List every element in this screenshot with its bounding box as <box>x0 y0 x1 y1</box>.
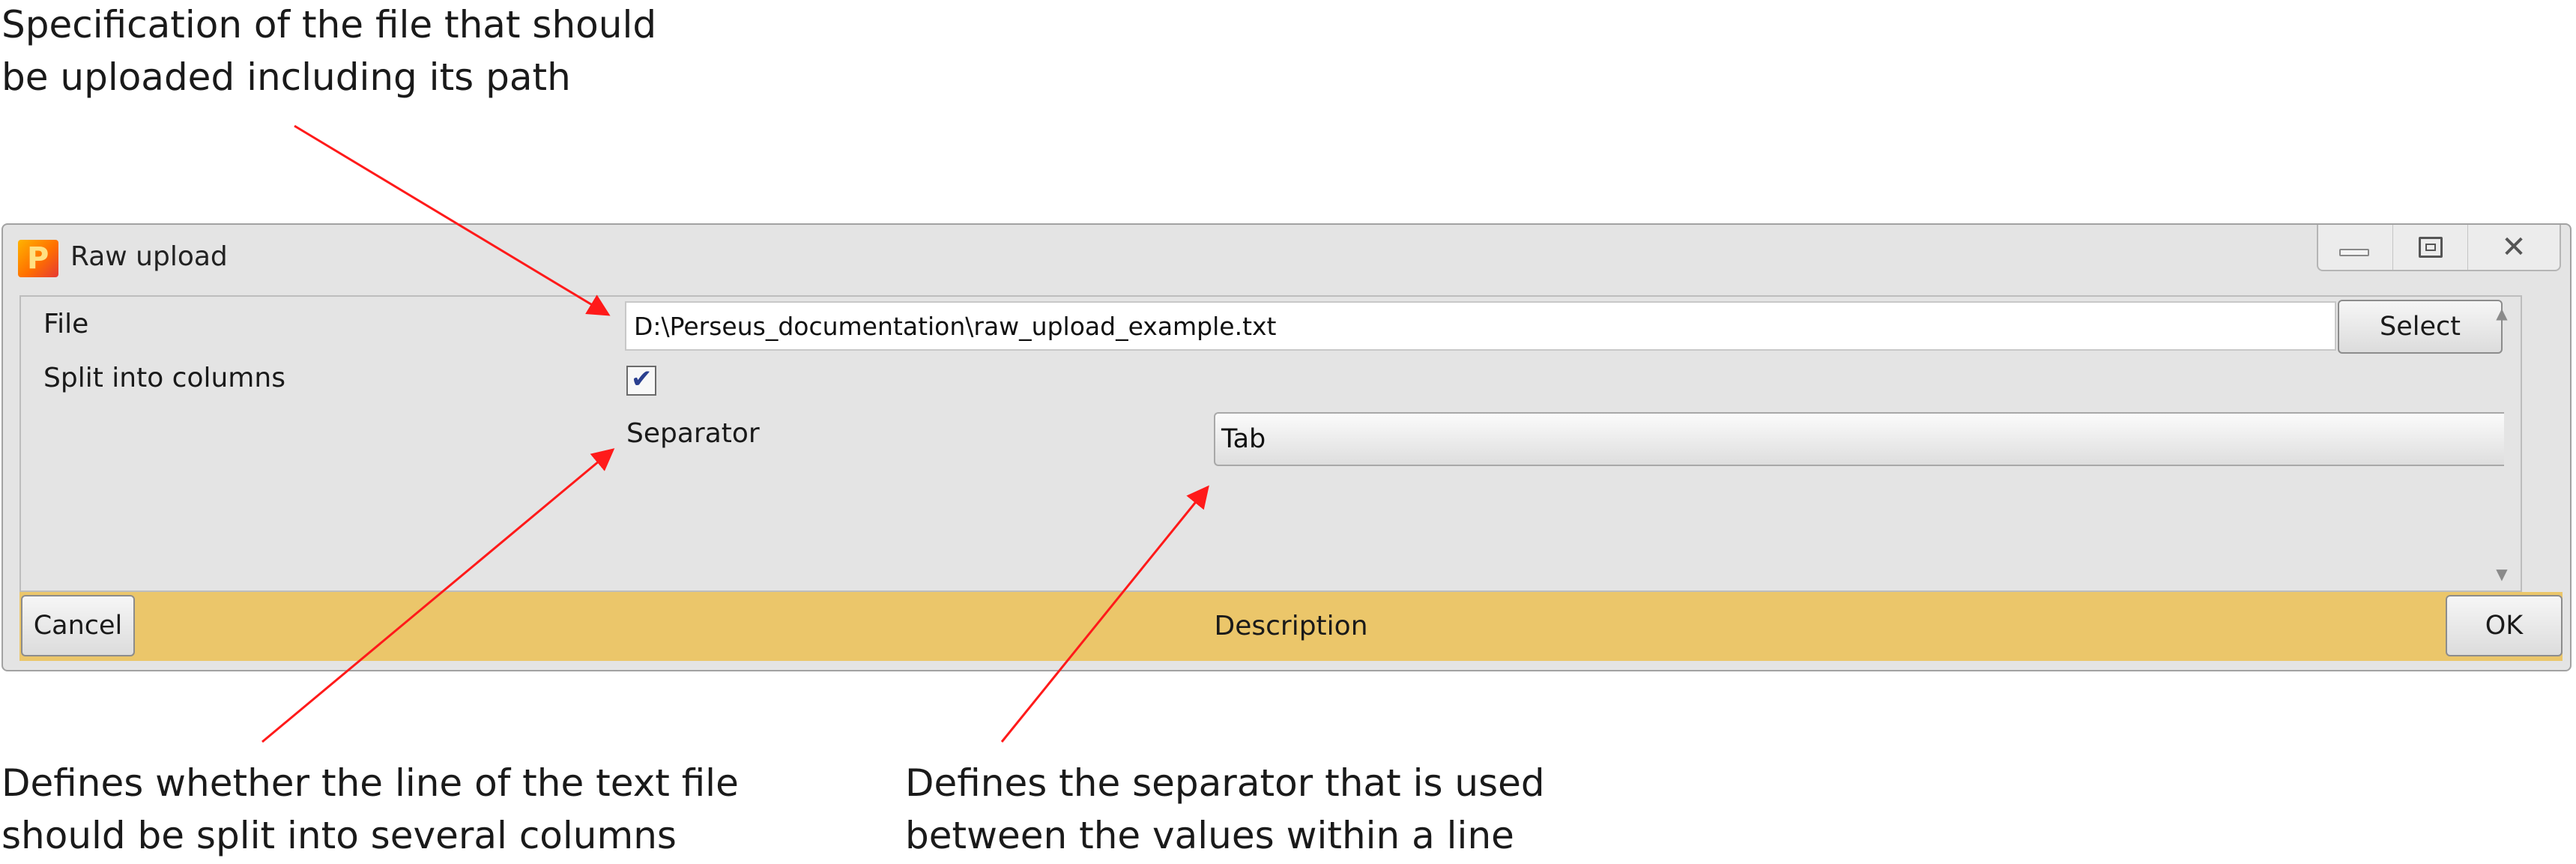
separator-dropdown[interactable]: Tab <box>1214 412 2504 466</box>
callout-file-line-2: be uploaded including its path <box>1 55 571 99</box>
split-columns-label: Split into columns <box>43 363 285 393</box>
minimize-button[interactable] <box>2318 225 2393 270</box>
cancel-button[interactable]: Cancel <box>21 595 135 656</box>
file-label: File <box>43 309 89 339</box>
window-controls: ✕ <box>2317 225 2561 271</box>
callout-split-line-2: should be split into several columns <box>1 814 677 857</box>
description-bar: Description Cancel OK <box>19 592 2563 661</box>
app-icon-letter: P <box>27 241 49 276</box>
callout-file-spec: Specification of the file that should be… <box>1 0 656 103</box>
title-bar[interactable]: P Raw upload ✕ <box>3 225 2570 292</box>
raw-upload-dialog: P Raw upload ✕ File Select Split into co… <box>1 223 2572 671</box>
vertical-scrollbar[interactable]: ▲ ▼ <box>2485 297 2519 590</box>
description-label: Description <box>1214 611 1368 641</box>
separator-label: Separator <box>626 418 760 449</box>
file-path-input[interactable] <box>625 301 2336 351</box>
callout-separator-line-1: Defines the separator that is used <box>905 761 1545 805</box>
scroll-up-arrow-icon[interactable]: ▲ <box>2492 304 2512 322</box>
window-title: Raw upload <box>70 241 228 272</box>
ok-button[interactable]: OK <box>2446 595 2563 656</box>
scroll-down-arrow-icon[interactable]: ▼ <box>2492 565 2512 583</box>
perseus-app-icon: P <box>18 240 58 277</box>
maximize-icon <box>2419 237 2443 258</box>
callout-separator-line-2: between the values within a line <box>905 814 1514 857</box>
split-columns-checkbox[interactable]: ✔ <box>626 364 656 396</box>
minimize-icon <box>2339 249 2369 256</box>
close-button[interactable]: ✕ <box>2468 225 2560 270</box>
callout-split-line-1: Defines whether the line of the text fil… <box>1 761 739 805</box>
parameter-panel: File Select Split into columns ✔ Separat… <box>19 295 2522 592</box>
select-button[interactable]: Select <box>2338 300 2503 354</box>
callout-file-line-1: Specification of the file that should <box>1 3 657 46</box>
close-icon: ✕ <box>2501 230 2527 265</box>
callout-split-columns: Defines whether the line of the text fil… <box>1 757 739 862</box>
callout-separator: Defines the separator that is used betwe… <box>905 757 1545 862</box>
checkmark-icon: ✔ <box>631 364 653 394</box>
maximize-button[interactable] <box>2393 225 2468 270</box>
